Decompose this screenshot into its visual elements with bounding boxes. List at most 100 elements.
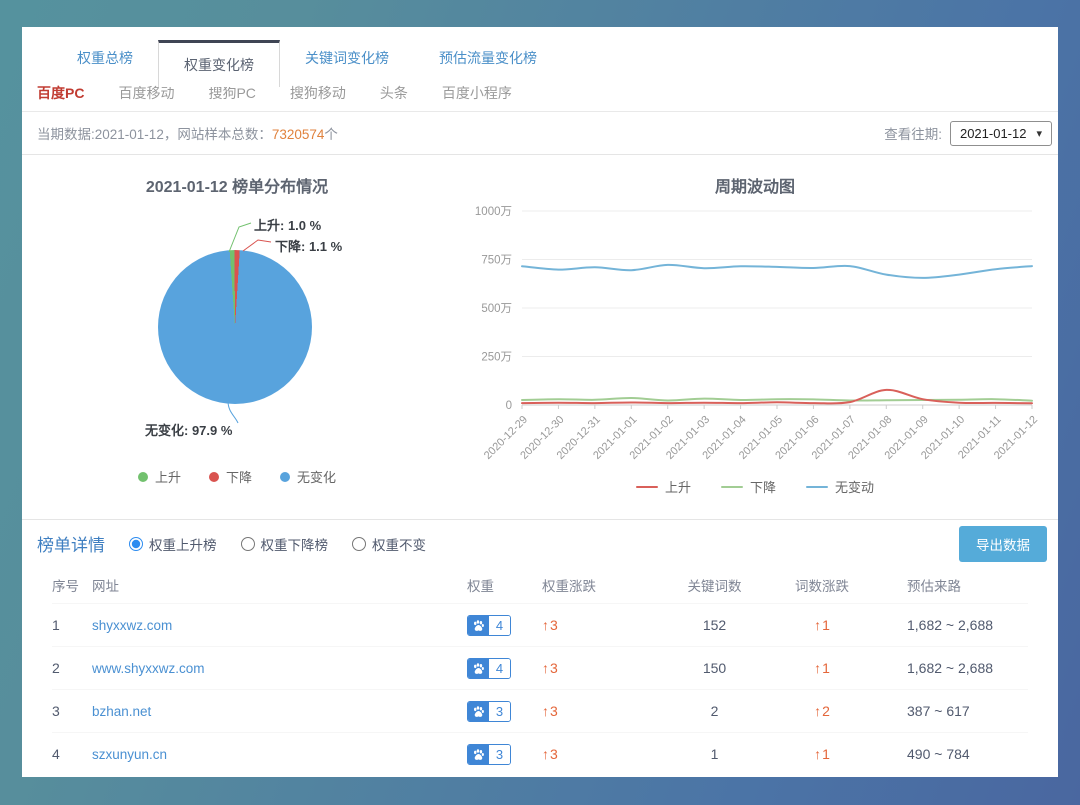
up-arrow-icon: ↑	[814, 703, 821, 719]
legend-label-line-up: 上升	[665, 477, 691, 496]
radio-weight-same[interactable]: 权重不变	[352, 534, 426, 554]
cell-index: 3	[52, 703, 92, 719]
export-data-button[interactable]: 导出数据	[959, 526, 1047, 562]
keywords-change-value: 1	[822, 617, 830, 633]
line-legend-item-down[interactable]: 下降	[721, 477, 776, 496]
pie-legend-item-up[interactable]: 上升	[138, 467, 181, 486]
series-line	[522, 390, 1032, 404]
period-selector-group: 查看往期: 2021-01-12 ▾	[884, 121, 1052, 146]
cell-traffic: 1,682 ~ 2,688	[887, 660, 1028, 676]
period-fluctuation-line-chart: 0250万500万750万1000万2020-12-292020-12-3020…	[452, 195, 1058, 475]
subtab-baidu-miniapp[interactable]: 百度小程序	[442, 83, 512, 103]
legend-line-up	[636, 486, 658, 488]
subtab-sogou-mobile[interactable]: 搜狗移动	[290, 83, 346, 103]
y-axis-label: 0	[506, 400, 512, 412]
cell-keywords-change: ↑1	[757, 660, 887, 676]
line-chart-panel: 周期波动图 0250万500万750万1000万2020-12-292020-1…	[452, 155, 1058, 513]
main-tab-bar: 权重总榜 权重变化榜 关键词变化榜 预估流量变化榜	[22, 27, 1058, 75]
up-arrow-icon: ↑	[542, 746, 549, 762]
y-axis-label: 250万	[481, 352, 512, 364]
col-header-weight-change: 权重涨跌	[542, 575, 672, 595]
cell-url-link[interactable]: szxunyun.cn	[92, 747, 467, 762]
pie-label-same: 无变化: 97.9 %	[145, 420, 232, 439]
line-legend-item-same[interactable]: 无变动	[806, 477, 874, 496]
current-data-text: 当期数据:2021-01-12，网站样本总数：7320574个	[37, 123, 338, 143]
tab-traffic-change[interactable]: 预估流量变化榜	[414, 40, 562, 75]
legend-label-line-same: 无变动	[835, 477, 874, 496]
cell-url-link[interactable]: www.shyxxwz.com	[92, 661, 467, 676]
baidu-weight-badge: 4	[467, 658, 511, 679]
charts-row: 2021-01-12 榜单分布情况 上升: 1.0 % 下降: 1.1 % 无变…	[22, 155, 1058, 513]
radio-weight-up[interactable]: 权重上升榜	[129, 534, 217, 554]
cell-weight-change: ↑3	[542, 746, 672, 762]
line-legend-item-up[interactable]: 上升	[636, 477, 691, 496]
cell-url-link[interactable]: bzhan.net	[92, 704, 467, 719]
line-legend: 上升 下降 无变动	[452, 477, 1058, 496]
series-line	[522, 265, 1032, 278]
table-header-row: 序号 网址 权重 权重涨跌 关键词数 词数涨跌 预估来路	[52, 567, 1028, 603]
details-header: 榜单详情 权重上升榜 权重下降榜 权重不变 导出数据	[22, 519, 1058, 567]
cell-traffic: 1,682 ~ 2,688	[887, 617, 1028, 633]
cell-keywords: 1	[672, 746, 757, 762]
cell-keywords-change: ↑1	[757, 617, 887, 633]
cell-index: 2	[52, 660, 92, 676]
cell-index: 1	[52, 617, 92, 633]
period-select[interactable]: 2021-01-12 ▾	[950, 121, 1052, 146]
sample-count-value: 7320574	[272, 127, 325, 142]
col-header-keywords: 关键词数	[672, 575, 757, 595]
pie-legend-item-same[interactable]: 无变化	[280, 467, 336, 486]
cell-weight-change: ↑3	[542, 617, 672, 633]
cell-url-link[interactable]: shyxxwz.com	[92, 618, 467, 633]
series-line	[522, 398, 1032, 401]
radio-weight-down[interactable]: 权重下降榜	[241, 534, 329, 554]
radio-weight-same-input[interactable]	[352, 537, 366, 551]
subtab-baidu-pc[interactable]: 百度PC	[37, 83, 84, 103]
cell-weight: 4	[467, 658, 542, 679]
cell-weight: 3	[467, 744, 542, 765]
weight-value: 4	[489, 616, 510, 635]
legend-line-down	[721, 486, 743, 488]
tab-weight-change[interactable]: 权重变化榜	[158, 40, 280, 87]
cell-keywords: 2	[672, 703, 757, 719]
baidu-paw-icon	[468, 702, 489, 721]
up-arrow-icon: ↑	[542, 703, 549, 719]
cell-keywords: 150	[672, 660, 757, 676]
current-data-label: 当期数据:	[37, 127, 95, 142]
radio-weight-down-input[interactable]	[241, 537, 255, 551]
keywords-change-value: 1	[822, 746, 830, 762]
baidu-weight-badge: 3	[467, 744, 511, 765]
subtab-toutiao[interactable]: 头条	[380, 83, 408, 103]
pie-chart-title: 2021-01-12 榜单分布情况	[22, 173, 452, 197]
period-select-value: 2021-01-12	[960, 126, 1027, 141]
line-chart-title: 周期波动图	[452, 173, 1058, 197]
radio-weight-same-label: 权重不变	[372, 534, 426, 554]
ranking-table: 序号 网址 权重 权重涨跌 关键词数 词数涨跌 预估来路 1 shyxxwz.c…	[22, 567, 1058, 775]
up-arrow-icon: ↑	[542, 617, 549, 633]
legend-label-up: 上升	[155, 467, 181, 486]
tab-weight-overall[interactable]: 权重总榜	[52, 40, 158, 75]
legend-dot-up	[138, 472, 148, 482]
radio-weight-up-input[interactable]	[129, 537, 143, 551]
up-arrow-icon: ↑	[814, 660, 821, 676]
weight-value: 3	[489, 745, 510, 764]
pie-legend-item-down[interactable]: 下降	[209, 467, 252, 486]
baidu-paw-icon	[468, 659, 489, 678]
col-header-keywords-change: 词数涨跌	[757, 575, 887, 595]
col-header-url: 网址	[92, 575, 467, 595]
info-bar: 当期数据:2021-01-12，网站样本总数：7320574个 查看往期: 20…	[22, 112, 1058, 155]
sample-count-unit: 个	[324, 127, 338, 142]
pie-chart-panel: 2021-01-12 榜单分布情况 上升: 1.0 % 下降: 1.1 % 无变…	[22, 155, 452, 513]
up-arrow-icon: ↑	[542, 660, 549, 676]
radio-weight-up-label: 权重上升榜	[149, 534, 217, 554]
col-header-weight: 权重	[467, 575, 542, 595]
chevron-down-icon: ▾	[1036, 127, 1042, 140]
tab-keyword-change[interactable]: 关键词变化榜	[280, 40, 414, 75]
y-axis-label: 500万	[481, 303, 512, 315]
sample-count-label: ，网站样本总数：	[164, 127, 272, 142]
up-arrow-icon: ↑	[814, 617, 821, 633]
period-label: 查看往期:	[884, 123, 942, 143]
cell-index: 4	[52, 746, 92, 762]
weight-change-value: 3	[550, 703, 558, 719]
col-header-index: 序号	[52, 575, 92, 595]
pie-label-up: 上升: 1.0 %	[254, 215, 321, 234]
